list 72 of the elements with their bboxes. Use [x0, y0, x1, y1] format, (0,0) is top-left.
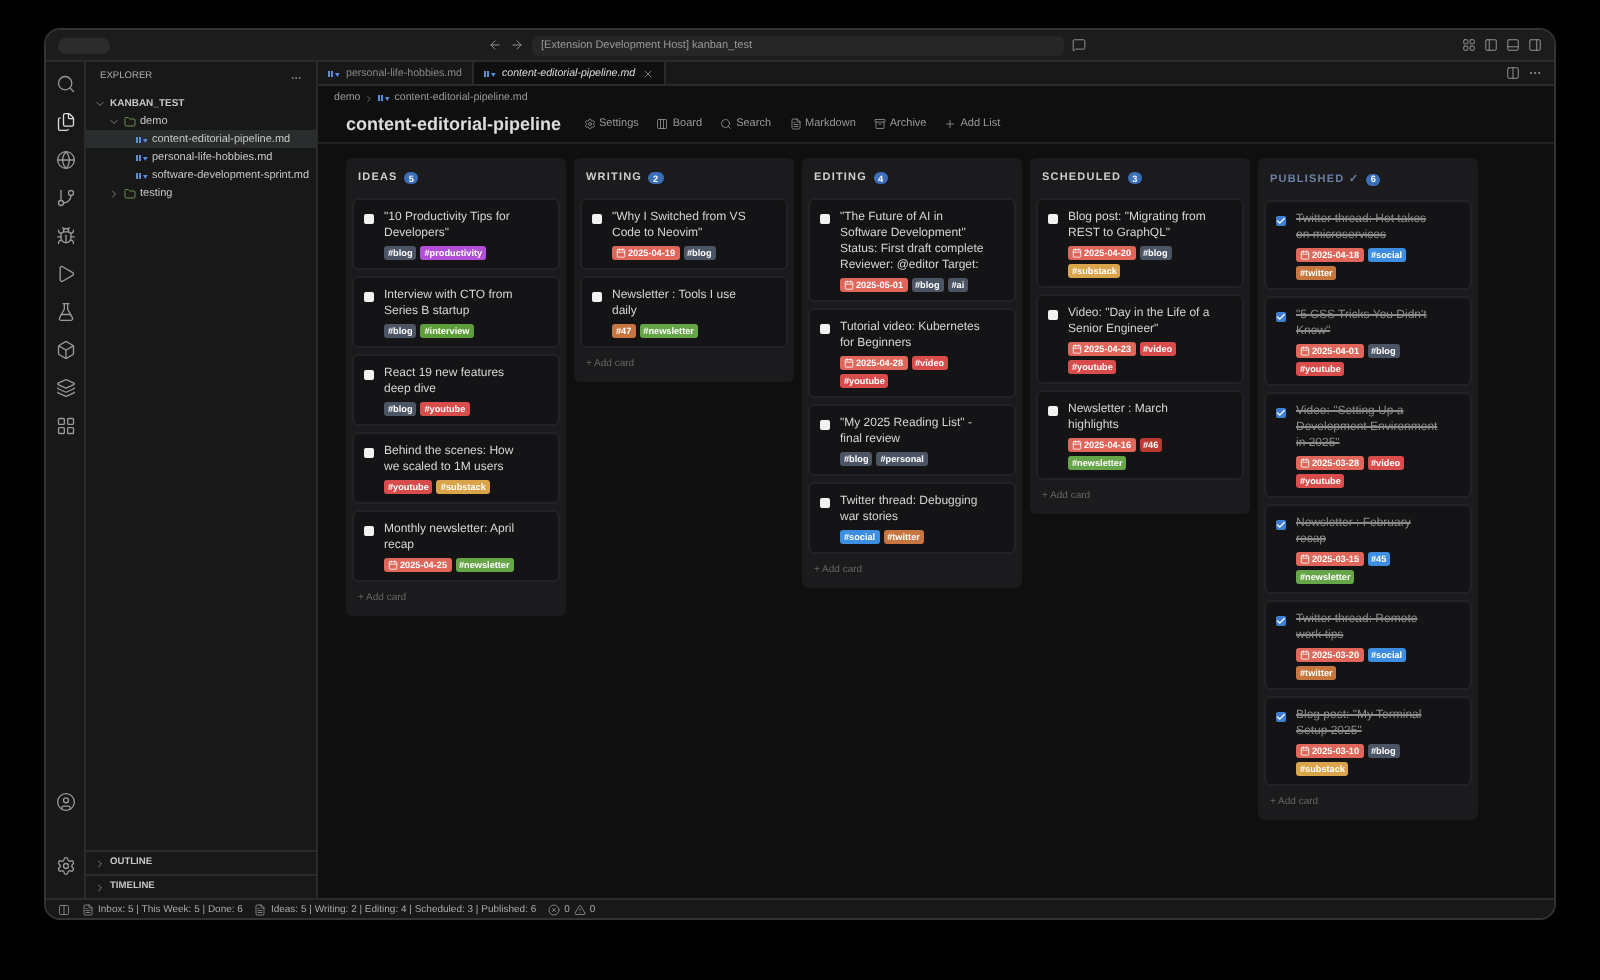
markdown-icon	[378, 94, 391, 102]
gear-icon	[583, 118, 596, 130]
settings-icon[interactable]	[55, 856, 75, 876]
board-title: content-editorial-pipeline	[346, 114, 562, 134]
checkbox[interactable]	[592, 291, 602, 301]
calendar-icon	[1300, 554, 1310, 564]
checkbox[interactable]	[820, 497, 830, 507]
split-editor-icon[interactable]	[1506, 66, 1520, 80]
debug-icon[interactable]	[55, 226, 75, 246]
checkbox[interactable]	[592, 213, 602, 223]
forward-icon[interactable]	[509, 38, 523, 52]
flask-icon[interactable]	[55, 302, 75, 322]
calendar-icon	[1300, 346, 1310, 356]
chevron-right-icon	[364, 93, 375, 103]
checkbox[interactable]	[364, 369, 374, 379]
run-icon[interactable]	[55, 264, 75, 284]
calendar-icon	[1300, 250, 1310, 260]
search-icon	[720, 118, 733, 130]
search-icon[interactable]	[55, 74, 75, 94]
checkbox[interactable]	[1276, 215, 1286, 225]
checkbox[interactable]	[364, 447, 374, 457]
checkbox[interactable]	[1276, 311, 1286, 321]
calendar-icon	[1300, 746, 1310, 756]
panel-left-icon[interactable]	[1484, 38, 1498, 52]
panel-right-icon[interactable]	[1528, 38, 1542, 52]
close-icon[interactable]	[641, 67, 654, 79]
markdown-icon	[136, 171, 148, 179]
checkbox[interactable]	[1048, 309, 1058, 319]
layout-icon[interactable]	[1462, 38, 1476, 52]
checkbox[interactable]	[1276, 711, 1286, 721]
markdown-icon	[136, 135, 148, 143]
calendar-icon	[1300, 458, 1310, 468]
checkbox[interactable]	[1276, 615, 1286, 625]
extensions-icon[interactable]	[55, 416, 75, 436]
markdown-icon	[328, 69, 340, 77]
checkbox[interactable]	[820, 213, 830, 223]
calendar-icon	[1072, 440, 1082, 450]
archive-icon	[873, 118, 886, 130]
checkbox[interactable]	[820, 323, 830, 333]
chevron-right-icon	[108, 187, 120, 199]
folder-icon	[124, 115, 136, 127]
calendar-icon	[1072, 344, 1082, 354]
folder-icon	[124, 187, 136, 199]
plus-icon	[944, 118, 957, 130]
checkbox[interactable]	[364, 291, 374, 301]
calendar-icon	[844, 358, 854, 368]
account-icon[interactable]	[55, 792, 75, 812]
panel-bottom-icon[interactable]	[1506, 38, 1520, 52]
checkbox[interactable]	[1276, 407, 1286, 417]
document-icon	[789, 118, 802, 130]
warning-icon	[573, 903, 586, 915]
error-icon	[548, 903, 561, 915]
calendar-icon	[1300, 650, 1310, 660]
calendar-icon	[388, 560, 398, 570]
markdown-icon	[484, 69, 497, 77]
calendar-icon	[844, 280, 854, 290]
calendar-icon	[616, 248, 626, 258]
markdown-icon	[136, 153, 148, 161]
checkbox[interactable]	[820, 419, 830, 429]
globe-icon[interactable]	[55, 150, 75, 170]
back-icon[interactable]	[487, 38, 501, 52]
cube-icon[interactable]	[55, 340, 75, 360]
layers-icon[interactable]	[55, 378, 75, 398]
checkbox[interactable]	[364, 213, 374, 223]
git-branch-icon[interactable]	[55, 188, 75, 208]
calendar-icon	[1072, 248, 1082, 258]
files-icon[interactable]	[55, 112, 75, 132]
checkbox[interactable]	[1048, 405, 1058, 415]
checkbox[interactable]	[1276, 519, 1286, 529]
checkbox[interactable]	[1048, 213, 1058, 223]
chat-icon[interactable]	[1071, 38, 1085, 52]
checkbox[interactable]	[364, 525, 374, 535]
